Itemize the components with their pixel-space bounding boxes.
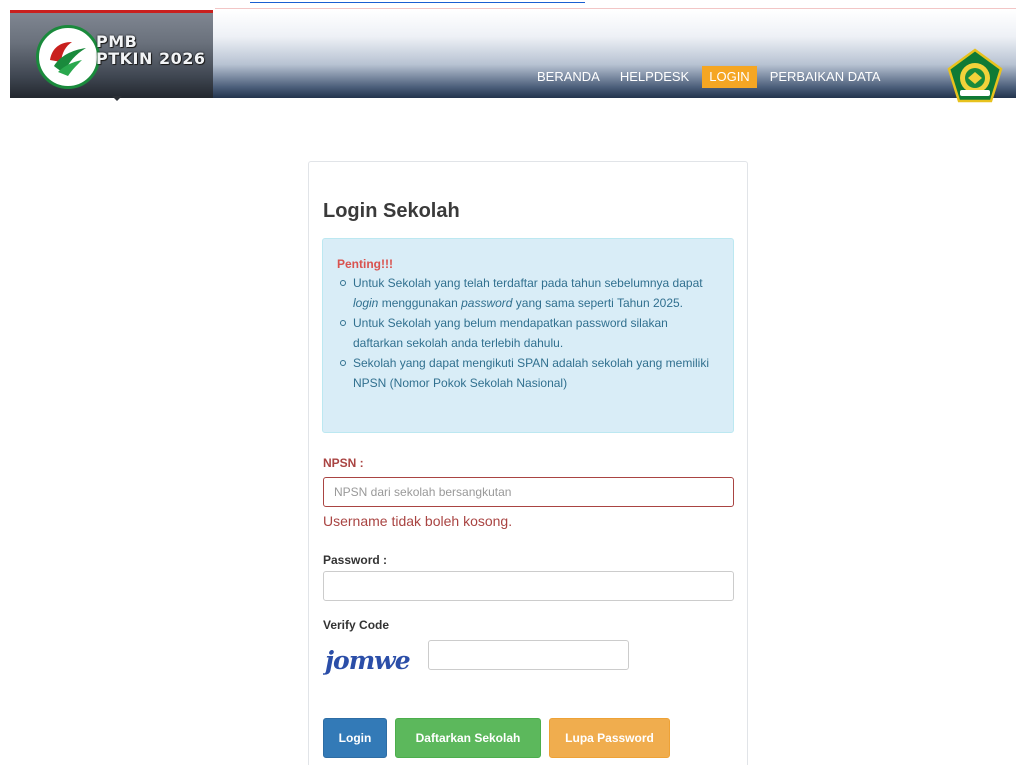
- login-card: Login Sekolah Penting!!! Untuk Sekolah y…: [308, 161, 748, 765]
- info-alert: Penting!!! Untuk Sekolah yang telah terd…: [322, 238, 734, 433]
- forgot-password-button[interactable]: Lupa Password: [549, 718, 670, 758]
- brand-line-1: PMB: [96, 32, 138, 51]
- alert-item-text: yang sama seperti Tahun 2025.: [512, 296, 684, 310]
- npsn-input[interactable]: [323, 477, 734, 507]
- login-button[interactable]: Login: [323, 718, 387, 758]
- nav-login[interactable]: LOGIN: [702, 66, 757, 88]
- logo-mark-icon: [50, 42, 86, 76]
- alert-item: Untuk Sekolah yang belum mendapatkan pas…: [337, 313, 719, 353]
- nav-beranda[interactable]: BERANDA: [530, 66, 607, 88]
- alert-item-text: menggunakan: [378, 296, 462, 310]
- alert-title: Penting!!!: [337, 257, 393, 271]
- brand-block[interactable]: PMB PTKIN 2026: [10, 10, 213, 98]
- npsn-error-message: Username tidak boleh kosong.: [323, 513, 513, 529]
- verify-code-input[interactable]: [428, 640, 629, 670]
- alert-item: Sekolah yang dapat mengikuti SPAN adalah…: [337, 353, 719, 393]
- main-nav: BERANDA HELPDESK LOGIN PERBAIKAN DATA: [530, 66, 893, 88]
- register-school-button[interactable]: Daftarkan Sekolah: [395, 718, 541, 758]
- pmb-ptkin-logo-icon: [36, 25, 100, 89]
- alert-item-em: login: [353, 296, 379, 310]
- nav-perbaikan-data[interactable]: PERBAIKAN DATA: [763, 66, 888, 88]
- password-input[interactable]: [323, 571, 734, 601]
- brand-line-2: PTKIN 2026: [96, 49, 206, 68]
- captcha-text: jomwe: [323, 646, 410, 675]
- nav-helpdesk[interactable]: HELPDESK: [613, 66, 696, 88]
- npsn-label: NPSN :: [323, 456, 364, 470]
- alert-item-text: Untuk Sekolah yang telah terdaftar pada …: [353, 276, 703, 290]
- captcha-image: jomwe: [323, 646, 411, 675]
- page-title: Login Sekolah: [323, 200, 460, 222]
- brand-caret-icon: [112, 96, 122, 101]
- kemenag-emblem-icon: [947, 48, 1003, 103]
- verify-code-label: Verify Code: [323, 618, 390, 632]
- alert-item-em: password: [461, 296, 513, 310]
- top-divider: [215, 8, 1016, 9]
- top-link-underline: [250, 0, 585, 3]
- site-header: PMB PTKIN 2026 BERANDA HELPDESK LOGIN PE…: [10, 10, 1016, 103]
- brand-title: PMB PTKIN 2026: [96, 33, 205, 67]
- alert-item: Untuk Sekolah yang telah terdaftar pada …: [337, 273, 719, 313]
- password-label: Password :: [323, 553, 388, 567]
- alert-list: Untuk Sekolah yang telah terdaftar pada …: [337, 273, 719, 393]
